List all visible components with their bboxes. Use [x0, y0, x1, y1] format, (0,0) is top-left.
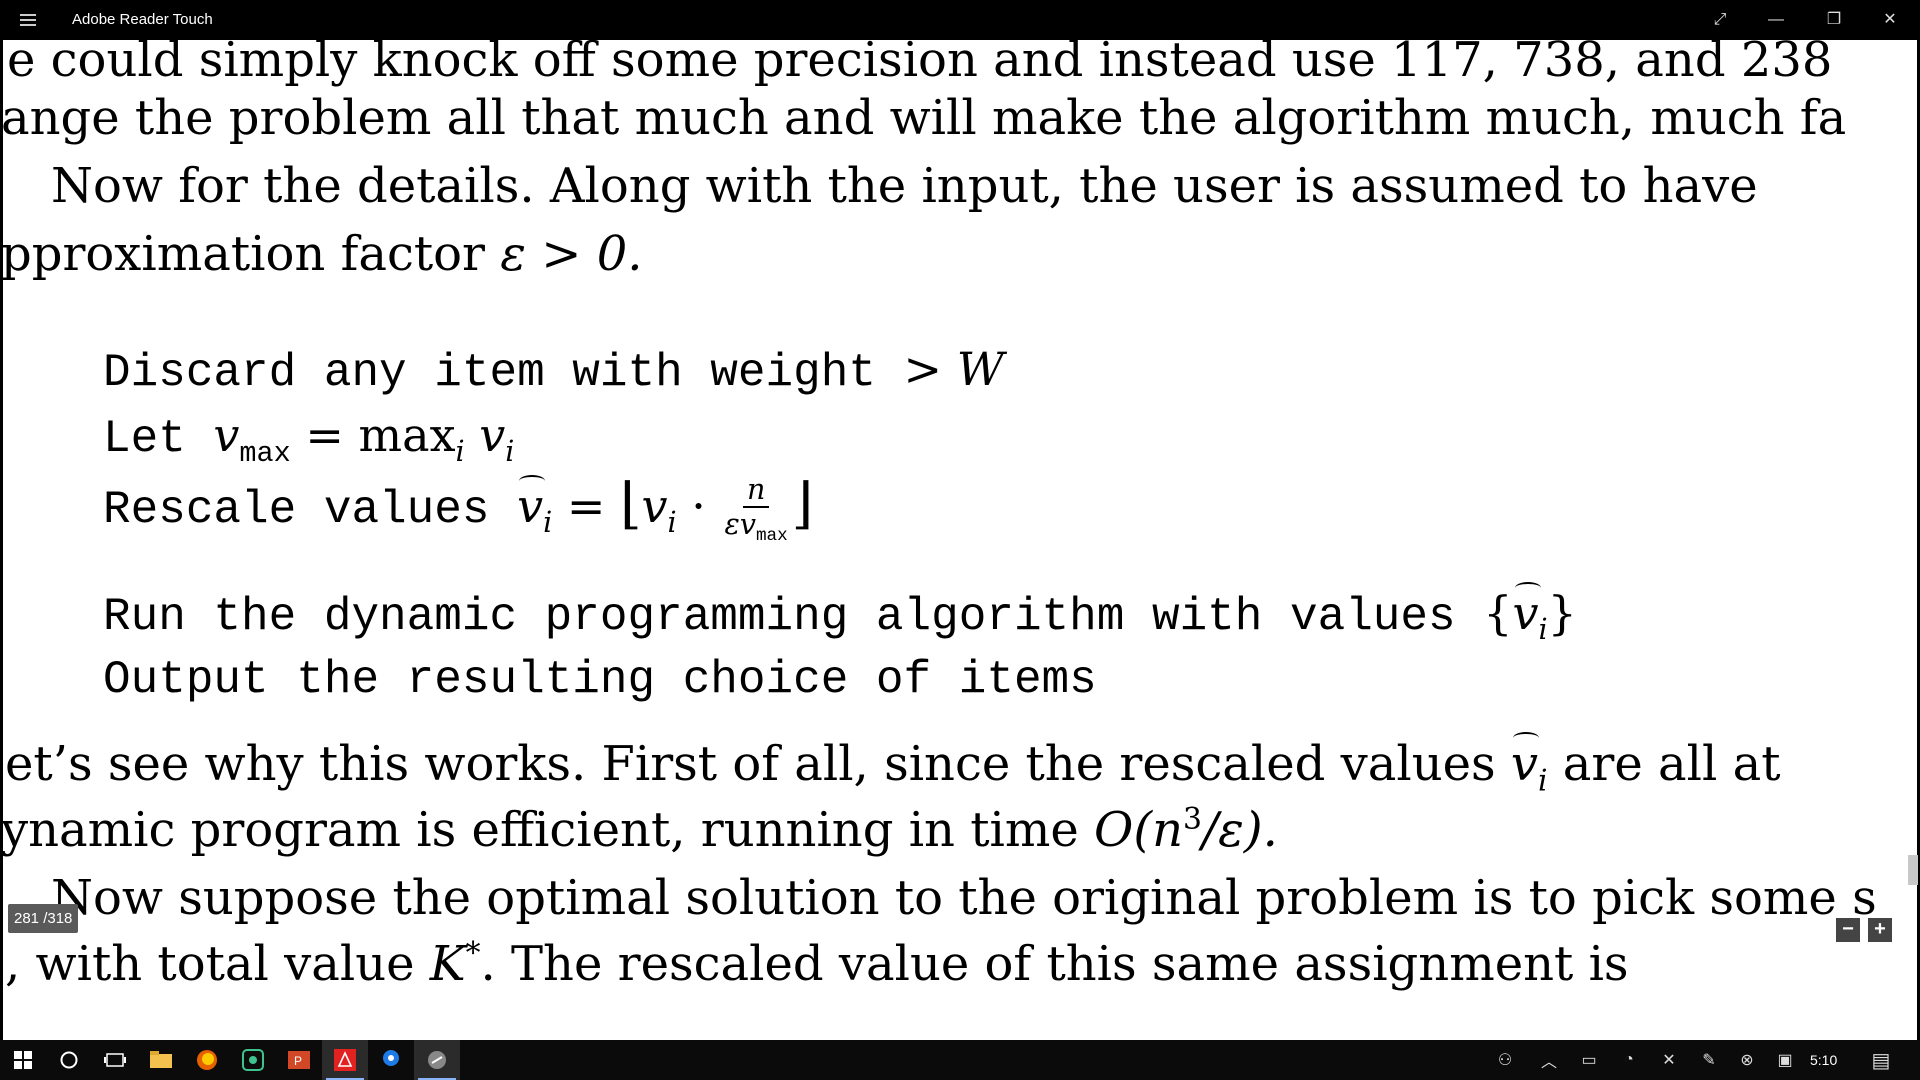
taskbar: P ⚇ ︿ ▭ ◔ ✕ ✎ ⊗ ▣ 5:10 ▤	[0, 1040, 1920, 1080]
vertical-scrollbar-thumb[interactable]	[1908, 855, 1918, 885]
minimize-button[interactable]: —	[1748, 0, 1804, 40]
epsilon-condition: ε > 0.	[500, 226, 643, 282]
text-line-8: , with total value K*. The rescaled valu…	[5, 936, 1629, 992]
text-line-3: Now for the details. Along with the inpu…	[51, 158, 1758, 214]
action-center-icon[interactable]: ▤	[1866, 1040, 1896, 1080]
algo-line-1: Discard any item with weight > W	[103, 342, 1004, 399]
wifi-icon[interactable]: ◔	[1614, 1040, 1644, 1080]
close-button[interactable]: ✕	[1862, 0, 1918, 40]
task-view-icon[interactable]	[92, 1040, 138, 1080]
svg-text:P: P	[294, 1054, 302, 1068]
maps-pin-icon[interactable]	[368, 1040, 414, 1080]
clock[interactable]: 5:10	[1810, 1040, 1837, 1080]
text-line-1: e could simply knock off some precision …	[7, 40, 1833, 88]
text-line-2: ange the problem all that much and will …	[3, 90, 1847, 146]
page-indicator: 281 /318	[8, 904, 79, 933]
volume-muted-icon[interactable]: ✕	[1654, 1040, 1684, 1080]
pen-icon[interactable]: ✎	[1694, 1040, 1724, 1080]
file-explorer-icon[interactable]	[138, 1040, 184, 1080]
title-bar: Adobe Reader Touch ⤢ — ❐ ✕	[0, 0, 1920, 40]
app-icon-active[interactable]	[414, 1040, 460, 1080]
app-icon-green[interactable]	[230, 1040, 276, 1080]
text-line-7: Now suppose the optimal solution to the …	[51, 870, 1877, 926]
battery-icon[interactable]: ▭	[1574, 1040, 1604, 1080]
fraction: n εvmax	[724, 473, 788, 547]
algo-line-2: Let vmax = maxi vi	[103, 408, 515, 470]
windows-start-icon[interactable]	[0, 1040, 46, 1080]
algo-line-4: Run the dynamic programming algorithm wi…	[103, 582, 1577, 646]
cortana-search-icon[interactable]	[46, 1040, 92, 1080]
fullscreen-icon[interactable]: ⤢	[1692, 0, 1748, 40]
firefox-icon[interactable]	[184, 1040, 230, 1080]
text-line-4: pproximation factor ε > 0.	[3, 226, 643, 282]
people-icon[interactable]: ⚇	[1490, 1040, 1520, 1080]
status-x-icon[interactable]: ⊗	[1732, 1040, 1762, 1080]
restore-button[interactable]: ❐	[1806, 0, 1862, 40]
zoom-in-button[interactable]: +	[1868, 918, 1892, 942]
powerpoint-icon[interactable]: P	[276, 1040, 322, 1080]
algo-line-5: Output the resulting choice of items	[103, 654, 1097, 706]
chevron-up-icon[interactable]: ︿	[1534, 1040, 1564, 1080]
window-title: Adobe Reader Touch	[72, 11, 213, 28]
adobe-reader-icon[interactable]	[322, 1040, 368, 1080]
text-line-5: et’s see why this works. First of all, s…	[5, 732, 1781, 799]
zoom-out-button[interactable]: −	[1836, 918, 1860, 942]
keyboard-icon[interactable]: ▣	[1770, 1040, 1800, 1080]
algo-line-3: Rescale values vi = ⌊vi · n εvmax ⌋	[103, 472, 814, 547]
document-page[interactable]: e could simply knock off some precision …	[3, 40, 1917, 1040]
text-line-6: ynamic program is efficient, running in …	[3, 802, 1278, 858]
hamburger-menu-icon[interactable]	[16, 8, 40, 32]
